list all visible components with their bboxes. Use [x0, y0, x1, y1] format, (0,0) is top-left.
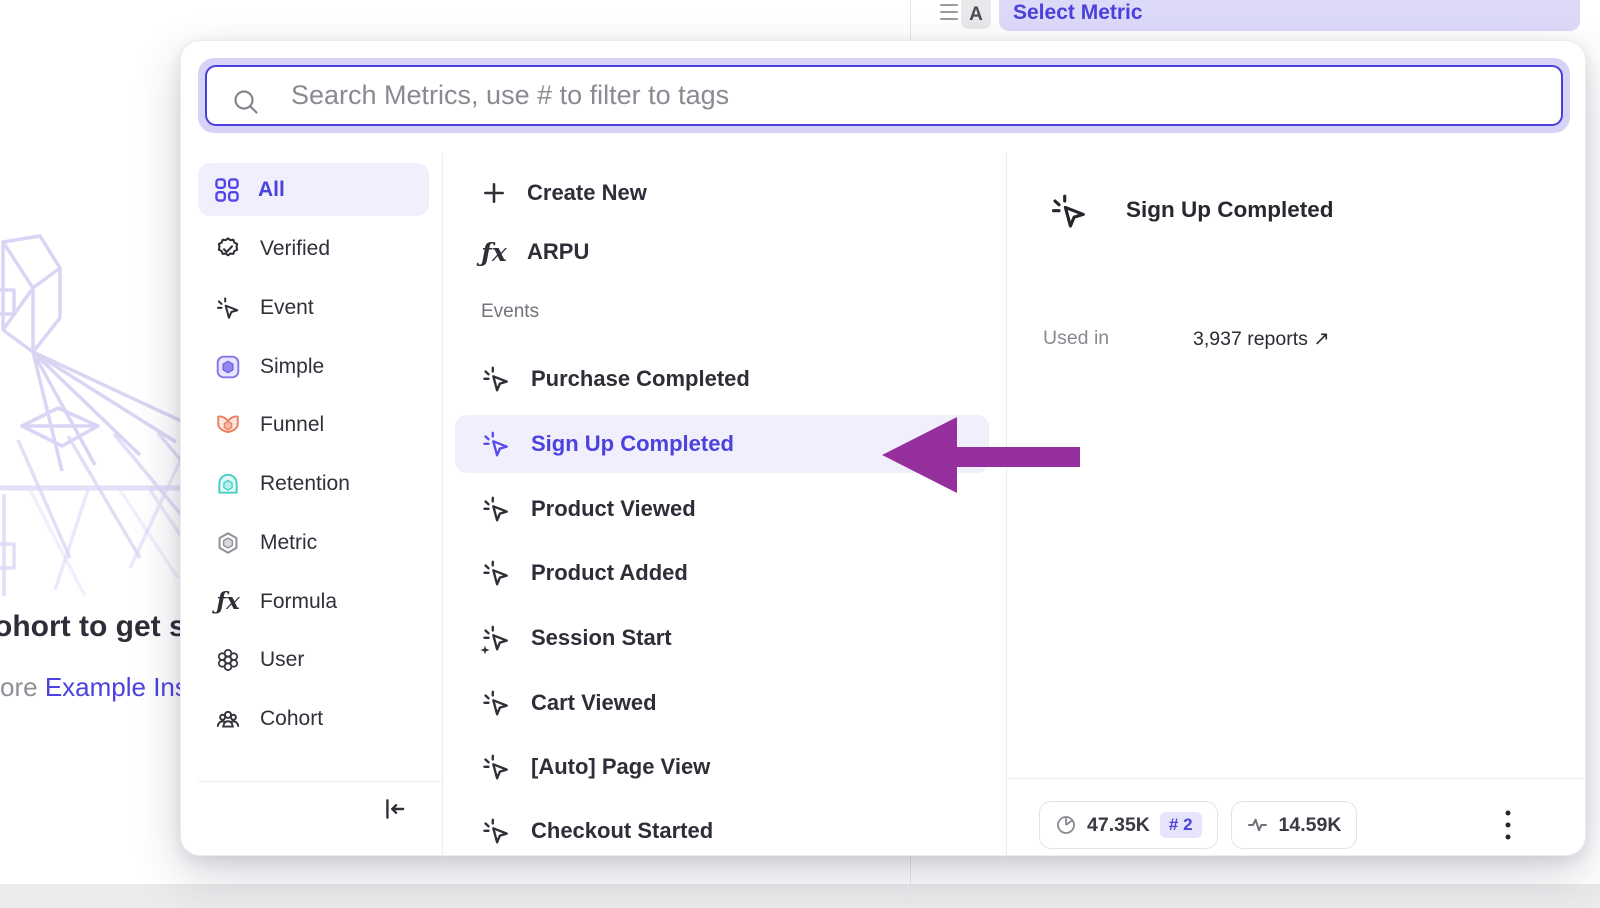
list-item-label: Cart Viewed — [531, 690, 657, 716]
sidebar-item-verified[interactable]: Verified — [198, 222, 429, 275]
sidebar-item-simple[interactable]: Simple — [198, 340, 429, 393]
grid-icon — [215, 178, 239, 202]
sidebar-item-funnel[interactable]: Funnel — [198, 398, 429, 451]
sidebar-item-label: Cohort — [260, 707, 323, 731]
pie-chart-icon — [1055, 814, 1077, 836]
sidebar-item-label: Retention — [260, 472, 350, 496]
sidebar-item-metric[interactable]: Metric — [198, 516, 429, 569]
event-cursor-icon — [215, 295, 241, 321]
metric-hexagon-icon — [215, 530, 241, 556]
detail-title: Sign Up Completed — [1126, 197, 1334, 223]
used-in-label: Used in — [1043, 327, 1109, 350]
drag-handle-icon[interactable] — [938, 1, 962, 23]
more-options-button[interactable] — [1493, 803, 1523, 847]
list-item-label: Checkout Started — [531, 818, 713, 844]
sidebar-item-user[interactable]: User — [198, 633, 429, 686]
list-item-session-start[interactable]: Session Start — [481, 618, 672, 658]
formula-fx-icon: ƒx — [481, 238, 507, 267]
empty-state-subtitle: ore Example Ins — [0, 672, 188, 703]
list-item-product-added[interactable]: Product Added — [481, 553, 688, 593]
event-cursor-icon — [481, 816, 511, 846]
sidebar-item-cohort[interactable]: Cohort — [198, 692, 429, 745]
kebab-icon — [1504, 806, 1512, 844]
plus-icon — [481, 180, 507, 206]
sidebar-item-label: User — [260, 648, 304, 672]
list-item-auto-page-view[interactable]: [Auto] Page View — [481, 747, 710, 787]
metric-picker-modal: All Verified Event Simple Funnel Retenti… — [180, 40, 1586, 856]
sidebar-item-label: Metric — [260, 531, 317, 555]
decorative-wireframe-art — [0, 228, 196, 600]
sidebar-item-label: Verified — [260, 237, 330, 261]
cohort-people-icon — [215, 706, 241, 732]
detail-stats-row: 47.35K # 2 14.59K — [1039, 801, 1357, 849]
collapse-sidebar-button[interactable] — [377, 791, 413, 827]
list-item-label: ARPU — [527, 239, 589, 265]
empty-state-title-fragment: ohort to get s — [0, 610, 186, 644]
event-cursor-icon — [481, 494, 511, 524]
retention-icon — [215, 471, 241, 497]
sidebar-item-label: All — [258, 178, 285, 202]
list-item-label: Sign Up Completed — [531, 431, 734, 457]
event-cursor-icon — [481, 752, 511, 782]
select-metric-button[interactable]: Select Metric — [999, 0, 1580, 31]
sidebar-item-formula[interactable]: ƒx Formula — [198, 575, 429, 628]
list-item-purchase-completed[interactable]: Purchase Completed — [481, 359, 750, 399]
collapse-left-icon — [382, 796, 408, 822]
list-item-label: Purchase Completed — [531, 366, 750, 392]
star-icon — [480, 645, 490, 655]
example-insights-link[interactable]: Example Ins — [45, 672, 188, 702]
list-item-checkout-started[interactable]: Checkout Started — [481, 811, 713, 851]
sidebar-item-label: Funnel — [260, 413, 324, 437]
funnel-icon — [215, 412, 241, 438]
list-item-cart-viewed[interactable]: Cart Viewed — [481, 683, 657, 723]
sidebar-item-label: Event — [260, 296, 314, 320]
list-item-label: Product Viewed — [531, 496, 696, 522]
stat-value: 14.59K — [1279, 814, 1342, 837]
list-item-label: Session Start — [531, 625, 672, 651]
event-cursor-icon — [481, 429, 511, 459]
user-cluster-icon — [215, 647, 241, 673]
sidebar-item-all[interactable]: All — [198, 163, 429, 216]
simple-metric-icon — [215, 354, 241, 380]
used-in-reports-link[interactable]: 3,937 reports ↗ — [1193, 327, 1330, 351]
query-row-badge: A — [961, 0, 991, 29]
formula-fx-icon: ƒx — [215, 588, 241, 615]
pulse-icon — [1247, 814, 1269, 836]
list-item-label: Product Added — [531, 560, 688, 586]
event-cursor-icon — [481, 688, 511, 718]
search-input[interactable] — [205, 65, 1563, 126]
list-item-sign-up-completed[interactable]: Sign Up Completed — [481, 424, 734, 464]
page-bottom-band — [0, 884, 1600, 908]
verified-badge-icon — [215, 236, 241, 262]
sidebar-divider — [442, 153, 443, 857]
create-new-label: Create New — [527, 180, 647, 206]
sidebar-footer-divider — [198, 781, 442, 782]
details-footer-divider — [1006, 778, 1587, 779]
event-cursor-icon — [481, 364, 511, 394]
list-item-product-viewed[interactable]: Product Viewed — [481, 489, 696, 529]
sidebar-item-label: Simple — [260, 355, 324, 379]
event-cursor-icon — [1049, 191, 1089, 231]
events-section-header: Events — [481, 301, 539, 323]
list-item-label: [Auto] Page View — [531, 754, 710, 780]
stat-value: 47.35K — [1087, 814, 1150, 837]
details-divider — [1006, 153, 1007, 857]
search-field-focus-ring — [198, 58, 1570, 133]
report-count-stat[interactable]: 47.35K # 2 — [1039, 801, 1218, 849]
sidebar-item-label: Formula — [260, 590, 337, 614]
create-new-button[interactable]: Create New — [481, 173, 647, 213]
sidebar-item-event[interactable]: Event — [198, 281, 429, 334]
session-start-icon — [481, 623, 511, 653]
subtitle-prefix-fragment: ore — [0, 672, 38, 702]
rank-badge: # 2 — [1160, 812, 1202, 838]
select-metric-label: Select Metric — [1013, 1, 1143, 25]
list-item-arpu[interactable]: ƒx ARPU — [481, 232, 589, 272]
sidebar-item-retention[interactable]: Retention — [198, 457, 429, 510]
event-cursor-icon — [481, 558, 511, 588]
activity-stat[interactable]: 14.59K — [1231, 801, 1358, 849]
